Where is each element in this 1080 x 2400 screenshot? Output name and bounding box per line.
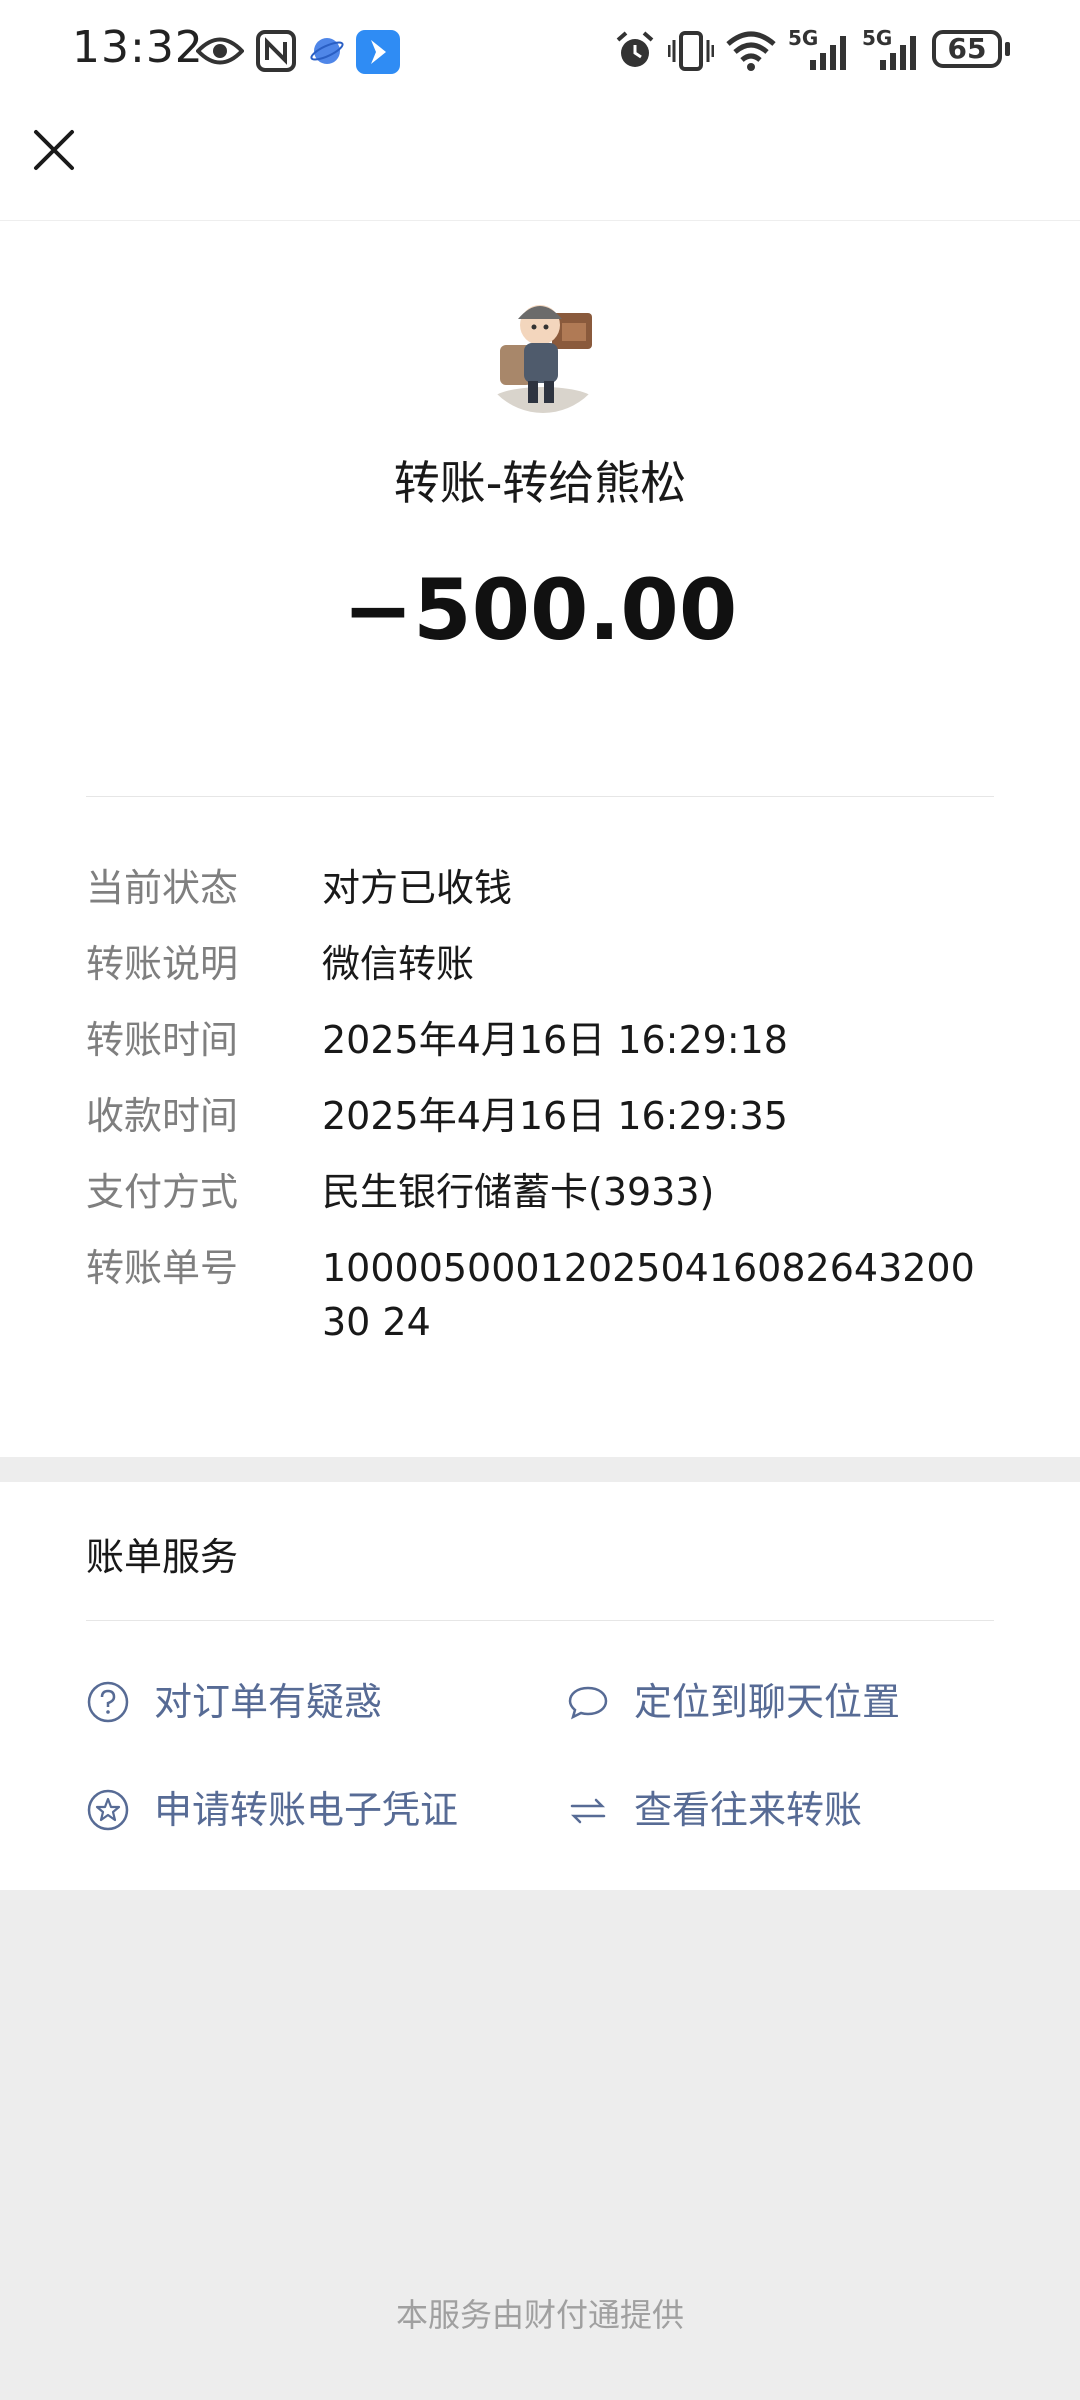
status-bar: 13:32 5G 5G 65 xyxy=(0,0,1080,100)
battery-indicator: 65 xyxy=(932,30,1010,68)
vibrate-icon xyxy=(668,31,714,71)
transaction-id-value[interactable]: 10000500012025041608264320030 24 xyxy=(322,1241,992,1349)
transfer-title: 转账-转给熊松 xyxy=(393,456,687,510)
detail-label: 转账说明 xyxy=(86,942,239,986)
wifi-icon xyxy=(726,31,776,71)
avatar[interactable] xyxy=(478,283,608,413)
status-time: 13:32 xyxy=(72,22,204,73)
services-divider xyxy=(86,1620,994,1621)
transfer-summary-card: 转账-转给熊松 −500.00 当前状态 对方已收钱 转账说明 微信转账 转账时… xyxy=(0,221,1080,1457)
detail-label: 收款时间 xyxy=(86,1094,239,1138)
star-circle-icon xyxy=(87,1789,129,1831)
detail-label: 转账时间 xyxy=(86,1018,239,1062)
section-divider xyxy=(86,796,994,797)
service-label: 申请转账电子凭证 xyxy=(154,1788,459,1832)
transfer-amount: −500.00 xyxy=(342,561,738,659)
service-label: 查看往来转账 xyxy=(634,1788,863,1832)
detail-label: 当前状态 xyxy=(86,866,239,910)
detail-value: 微信转账 xyxy=(322,942,475,986)
close-icon[interactable] xyxy=(30,126,78,174)
planet-app-icon xyxy=(310,38,344,64)
services-title: 账单服务 xyxy=(86,1535,239,1579)
detail-value: 对方已收钱 xyxy=(322,866,513,910)
cellular-signal-icon-2 xyxy=(880,36,916,70)
cellular-signal-icon-1 xyxy=(810,36,846,70)
nfc-icon xyxy=(256,30,296,72)
service-label: 定位到聊天位置 xyxy=(634,1680,901,1724)
detail-value: 民生银行储蓄卡(3933) xyxy=(322,1170,715,1214)
detail-label: 转账单号 xyxy=(86,1246,239,1290)
eye-icon xyxy=(196,37,244,65)
detail-label: 支付方式 xyxy=(86,1170,239,1214)
detail-value: 2025年4月16日 16:29:18 xyxy=(322,1018,788,1062)
service-label: 对订单有疑惑 xyxy=(154,1680,383,1724)
transfer-detail-page: 13:32 5G 5G 65 转账-转给熊松 −500.00 当前状态 对方已收… xyxy=(0,0,1080,2400)
swap-arrows-icon xyxy=(570,1798,606,1824)
detail-value: 2025年4月16日 16:29:35 xyxy=(322,1094,788,1138)
alarm-icon xyxy=(616,31,654,67)
chat-bubble-icon xyxy=(568,1686,608,1720)
app-notification-icon xyxy=(356,30,400,74)
bill-services-card: 账单服务 对订单有疑惑 定位到聊天位置 申请转账电子凭证 查看往来转账 xyxy=(0,1482,1080,1890)
nav-bar xyxy=(0,100,1080,221)
question-circle-icon xyxy=(87,1681,129,1723)
provider-footer: 本服务由财付通提供 xyxy=(395,2296,684,2334)
